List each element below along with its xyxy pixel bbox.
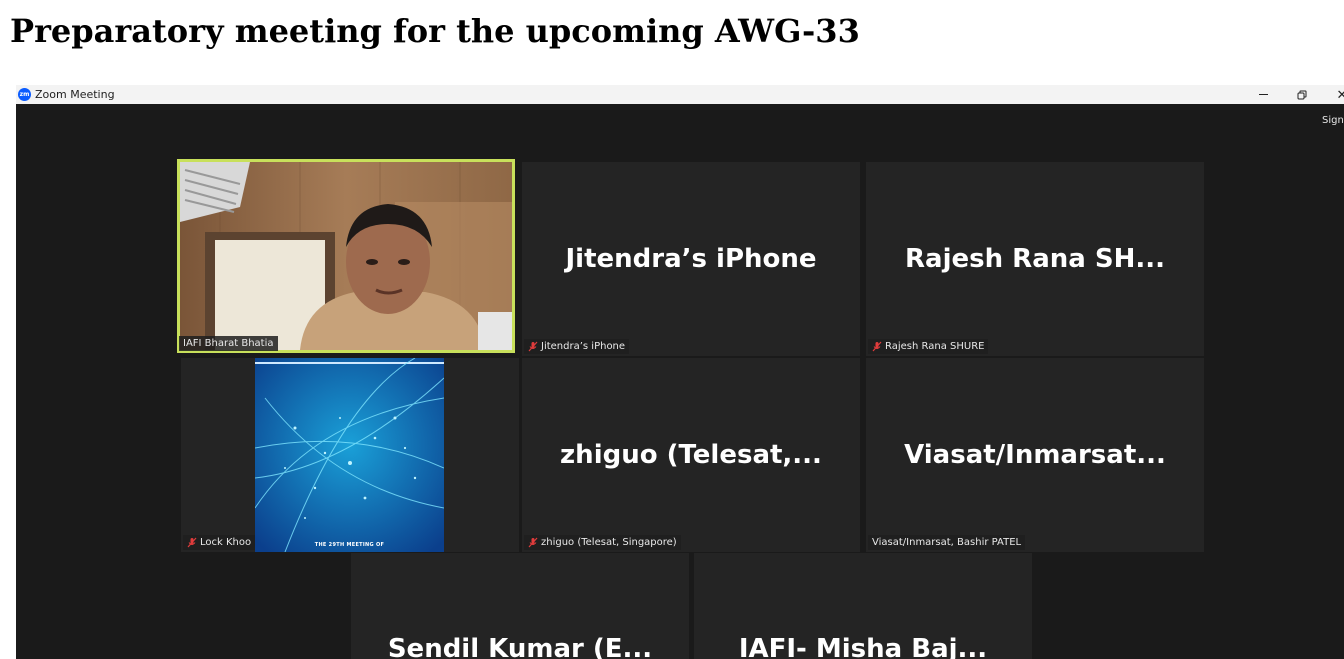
participant-name: Jitendra’s iPhone	[541, 341, 626, 352]
participant-name-label: Viasat/Inmarsat, Bashir PATEL	[868, 535, 1026, 550]
minimize-icon	[1258, 94, 1268, 95]
participant-name: Rajesh Rana SHURE	[885, 341, 985, 352]
participant-display-name: Sendil Kumar (E...	[387, 634, 653, 659]
participant-tile-1[interactable]: IAFI Bharat Bhatia	[177, 159, 515, 353]
participant-display-name: Jitendra’s iPhone	[565, 244, 817, 274]
close-icon: ✕	[1336, 86, 1344, 102]
participant-tile-2[interactable]: Jitendra’s iPhone Jitendra’s iPhone	[522, 162, 860, 356]
participant-name-label: Rajesh Rana SHURE	[868, 339, 989, 354]
participant-display-name: IAFI- Misha Baj...	[738, 634, 988, 659]
participant-video	[180, 162, 512, 350]
mic-muted-icon	[528, 341, 538, 352]
window-title: Zoom Meeting	[35, 88, 115, 101]
restore-button[interactable]	[1292, 85, 1312, 104]
mic-muted-icon	[187, 537, 197, 548]
zoom-meeting-window: zm Zoom Meeting ✕ Sign IAFI Bharat Bhati…	[16, 85, 1344, 659]
participant-name-label: IAFI Bharat Bhatia	[179, 336, 278, 351]
participant-avatar: THE 29TH MEETING OF	[255, 358, 444, 552]
participant-name-label: zhiguo (Telesat, Singapore)	[524, 535, 681, 550]
restore-icon	[1297, 90, 1307, 99]
participant-tile-7[interactable]: Sendil Kumar (E...	[351, 553, 689, 659]
close-button[interactable]: ✕	[1332, 85, 1344, 104]
avatar-caption: THE 29TH MEETING OF	[314, 542, 385, 548]
participant-name: Lock Khoo	[200, 537, 252, 548]
sign-in-link[interactable]: Sign	[1322, 115, 1344, 126]
mic-muted-icon	[872, 341, 882, 352]
participant-name: zhiguo (Telesat, Singapore)	[541, 537, 677, 548]
minimize-button[interactable]	[1253, 85, 1273, 104]
participant-tile-5[interactable]: zhiguo (Telesat,... zhiguo (Telesat, Sin…	[522, 358, 860, 552]
participant-tile-4[interactable]: THE 29TH MEETING OF Lock Khoo	[181, 358, 519, 552]
mic-muted-icon	[528, 537, 538, 548]
participant-display-name: Viasat/Inmarsat...	[904, 440, 1166, 470]
participant-tile-6[interactable]: Viasat/Inmarsat... Viasat/Inmarsat, Bash…	[866, 358, 1204, 552]
window-titlebar: zm Zoom Meeting ✕	[16, 85, 1344, 104]
page-title: Preparatory meeting for the upcoming AWG…	[10, 12, 860, 50]
participant-name: IAFI Bharat Bhatia	[183, 338, 274, 349]
participant-display-name: Rajesh Rana SH...	[905, 244, 1165, 274]
participant-name-label: Lock Khoo	[183, 535, 256, 550]
participant-tile-8[interactable]: IAFI- Misha Baj...	[694, 553, 1032, 659]
participant-name: Viasat/Inmarsat, Bashir PATEL	[872, 537, 1022, 548]
participant-display-name: zhiguo (Telesat,...	[560, 440, 822, 470]
zoom-logo-icon: zm	[18, 88, 31, 101]
participant-name-label: Jitendra’s iPhone	[524, 339, 630, 354]
participant-tile-3[interactable]: Rajesh Rana SH... Rajesh Rana SHURE	[866, 162, 1204, 356]
